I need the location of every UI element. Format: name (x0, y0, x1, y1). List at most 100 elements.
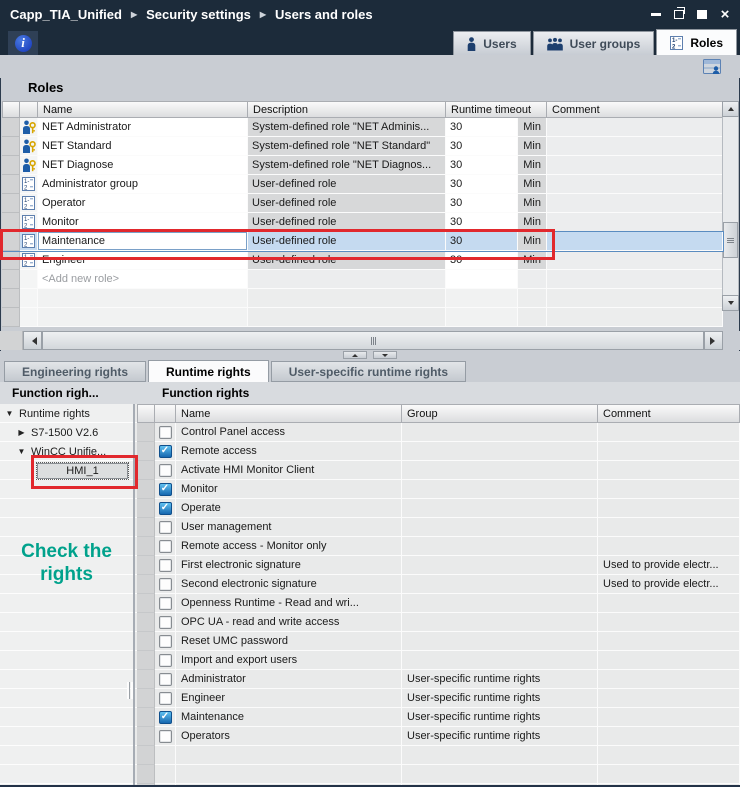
checkbox-cell[interactable] (155, 594, 176, 613)
row-header-cell[interactable] (137, 423, 155, 442)
row-header-cell[interactable] (137, 765, 155, 784)
right-checkbox[interactable] (159, 654, 172, 667)
runtime-timeout-cell[interactable]: 30 (446, 175, 518, 194)
row-header-cell[interactable] (2, 232, 20, 251)
tree-arrow-icon[interactable]: ▼ (17, 447, 26, 456)
right-checkbox[interactable]: ✓ (159, 445, 172, 458)
right-checkbox[interactable] (159, 597, 172, 610)
right-checkbox[interactable] (159, 730, 172, 743)
runtime-timeout-cell[interactable]: 30 (446, 251, 518, 270)
row-header-cell[interactable] (2, 118, 20, 137)
runtime-timeout-cell[interactable]: 30 (446, 232, 518, 251)
right-checkbox[interactable] (159, 635, 172, 648)
role-comment-cell[interactable] (547, 118, 723, 137)
row-header-cell[interactable] (137, 461, 155, 480)
tree-item[interactable]: HMI_1 (0, 461, 133, 480)
checkbox-cell[interactable] (155, 746, 176, 765)
role-table-row[interactable]: 1-2 Administrator group User-defined rol… (2, 175, 723, 194)
checkbox-cell[interactable] (155, 518, 176, 537)
scrollbar-track[interactable] (42, 331, 704, 350)
scrollbar-thumb[interactable] (42, 331, 704, 350)
role-name-cell[interactable] (38, 308, 248, 327)
right-checkbox[interactable] (159, 616, 172, 629)
checkbox-cell[interactable] (155, 575, 176, 594)
role-name-cell[interactable]: Administrator group (38, 175, 248, 194)
checkbox-cell[interactable] (155, 632, 176, 651)
row-header-cell[interactable] (137, 632, 155, 651)
function-right-row[interactable] (137, 765, 740, 784)
column-header-comment[interactable]: Comment (598, 404, 740, 423)
timeout-unit-cell[interactable]: Min (518, 213, 547, 232)
right-checkbox[interactable] (159, 521, 172, 534)
tree-item[interactable]: ▶ S7-1500 V2.6 (0, 423, 133, 442)
function-right-row[interactable]: Import and export users (137, 651, 740, 670)
row-header-cell[interactable] (137, 746, 155, 765)
tree-arrow-icon[interactable]: ▼ (5, 409, 14, 418)
view-tab[interactable]: 1-2 Users (453, 31, 530, 55)
row-header-cell[interactable] (137, 708, 155, 727)
role-name-cell[interactable]: <Add new role> (38, 270, 248, 289)
view-tab[interactable]: 1-2 User groups (533, 31, 655, 55)
function-right-row[interactable] (137, 746, 740, 765)
checkbox-cell[interactable] (155, 689, 176, 708)
row-header-cell[interactable] (137, 556, 155, 575)
timeout-unit-cell[interactable]: Min (518, 232, 547, 251)
checkbox-cell[interactable] (155, 556, 176, 575)
timeout-unit-cell[interactable]: Min (518, 251, 547, 270)
row-header-cell[interactable] (137, 727, 155, 746)
pane-splitter[interactable] (0, 351, 740, 360)
function-right-row[interactable]: ✓ Maintenance User-specific runtime righ… (137, 708, 740, 727)
row-header-cell[interactable] (2, 137, 20, 156)
role-table-row[interactable]: 1-2 (2, 289, 723, 308)
role-table-row[interactable]: 1-2 Operator User-defined role 30 Min (2, 194, 723, 213)
role-comment-cell[interactable] (547, 213, 723, 232)
row-header-cell[interactable] (2, 175, 20, 194)
row-header-cell[interactable] (137, 594, 155, 613)
checkbox-cell[interactable] (155, 537, 176, 556)
row-header-cell[interactable] (137, 480, 155, 499)
timeout-unit-cell[interactable]: Min (518, 156, 547, 175)
runtime-timeout-cell[interactable]: 30 (446, 213, 518, 232)
checkbox-cell[interactable] (155, 670, 176, 689)
row-header-cell[interactable] (137, 670, 155, 689)
function-right-row[interactable]: Control Panel access (137, 423, 740, 442)
right-checkbox[interactable] (159, 464, 172, 477)
checkbox-cell[interactable] (155, 613, 176, 632)
right-checkbox[interactable] (159, 540, 172, 553)
checkbox-cell[interactable]: ✓ (155, 708, 176, 727)
runtime-timeout-cell[interactable] (446, 289, 518, 308)
function-right-row[interactable]: Reset UMC password (137, 632, 740, 651)
row-header-cell[interactable] (2, 213, 20, 232)
checkbox-cell[interactable]: ✓ (155, 480, 176, 499)
function-right-row[interactable]: ✓ Operate (137, 499, 740, 518)
timeout-unit-cell[interactable]: Min (518, 175, 547, 194)
minimize-icon[interactable] (650, 9, 662, 21)
scrollbar-thumb[interactable] (723, 222, 738, 258)
tree-arrow-icon[interactable]: ▶ (17, 428, 26, 437)
column-header-comment[interactable]: Comment (547, 101, 723, 118)
role-name-cell[interactable]: NET Standard (38, 137, 248, 156)
runtime-timeout-cell[interactable]: 30 (446, 118, 518, 137)
row-header-cell[interactable] (2, 270, 20, 289)
tree-item[interactable]: ▼ WinCC Unifie... (0, 442, 133, 461)
function-right-row[interactable]: Openness Runtime - Read and wri... (137, 594, 740, 613)
maximize-icon[interactable] (696, 9, 708, 21)
timeout-unit-cell[interactable]: Min (518, 194, 547, 213)
function-right-row[interactable]: Remote access - Monitor only (137, 537, 740, 556)
role-table-row[interactable]: 1-2 NET Diagnose System-defined role "NE… (2, 156, 723, 175)
role-comment-cell[interactable] (547, 289, 723, 308)
right-checkbox[interactable] (159, 673, 172, 686)
right-checkbox[interactable] (159, 559, 172, 572)
right-checkbox[interactable]: ✓ (159, 711, 172, 724)
rights-tab[interactable]: Engineering rights (4, 361, 146, 382)
breadcrumb-item[interactable]: Security settings (146, 7, 251, 22)
row-header-cell[interactable] (137, 499, 155, 518)
function-right-row[interactable]: Engineer User-specific runtime rights (137, 689, 740, 708)
role-table-row[interactable]: 1-2 Maintenance User-defined role 30 Min (2, 232, 723, 251)
role-name-cell[interactable]: Operator (38, 194, 248, 213)
runtime-timeout-cell[interactable]: 30 (446, 137, 518, 156)
breadcrumb-item[interactable]: Users and roles (275, 7, 373, 22)
checkbox-cell[interactable]: ✓ (155, 499, 176, 518)
close-icon[interactable]: × (719, 9, 731, 21)
right-checkbox[interactable] (159, 692, 172, 705)
